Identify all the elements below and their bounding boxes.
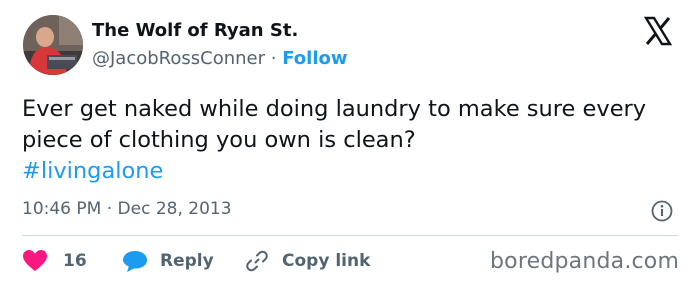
follow-button[interactable]: Follow [282, 48, 347, 69]
tweet-date: Dec 28, 2013 [117, 199, 232, 219]
tweet-time: 10:46 PM [22, 199, 102, 219]
avatar-photo [23, 15, 83, 75]
timestamp-separator: · [106, 199, 113, 219]
author-handle-line: @JacobRossConner · Follow [92, 48, 348, 69]
info-icon[interactable] [650, 199, 674, 223]
hashtag-link[interactable]: #livingalone [22, 156, 163, 187]
divider [22, 235, 678, 236]
reply-button[interactable]: Reply [122, 247, 222, 275]
like-count: 16 [63, 251, 87, 271]
speech-bubble-icon [123, 251, 147, 272]
x-logo-icon[interactable] [643, 16, 673, 46]
tweet-card: The Wolf of Ryan St. @JacobRossConner · … [0, 0, 700, 287]
tweet-timestamp[interactable]: 10:46 PM · Dec 28, 2013 [22, 199, 232, 219]
author-display-name[interactable]: The Wolf of Ryan St. [92, 20, 298, 41]
heart-icon [23, 250, 47, 271]
watermark: boredpanda.com [490, 249, 680, 274]
handle-separator: · [270, 48, 277, 69]
like-button[interactable]: 16 [22, 247, 92, 275]
avatar[interactable] [23, 15, 83, 75]
copy-link-button[interactable]: Copy link [245, 247, 385, 275]
tweet-body: Ever get naked while doing laundry to ma… [22, 96, 647, 153]
copy-link-label: Copy link [282, 251, 371, 271]
author-handle[interactable]: @JacobRossConner [92, 48, 265, 69]
link-icon [246, 250, 268, 272]
reply-label: Reply [160, 251, 214, 271]
tweet-text: Ever get naked while doing laundry to ma… [22, 94, 682, 187]
